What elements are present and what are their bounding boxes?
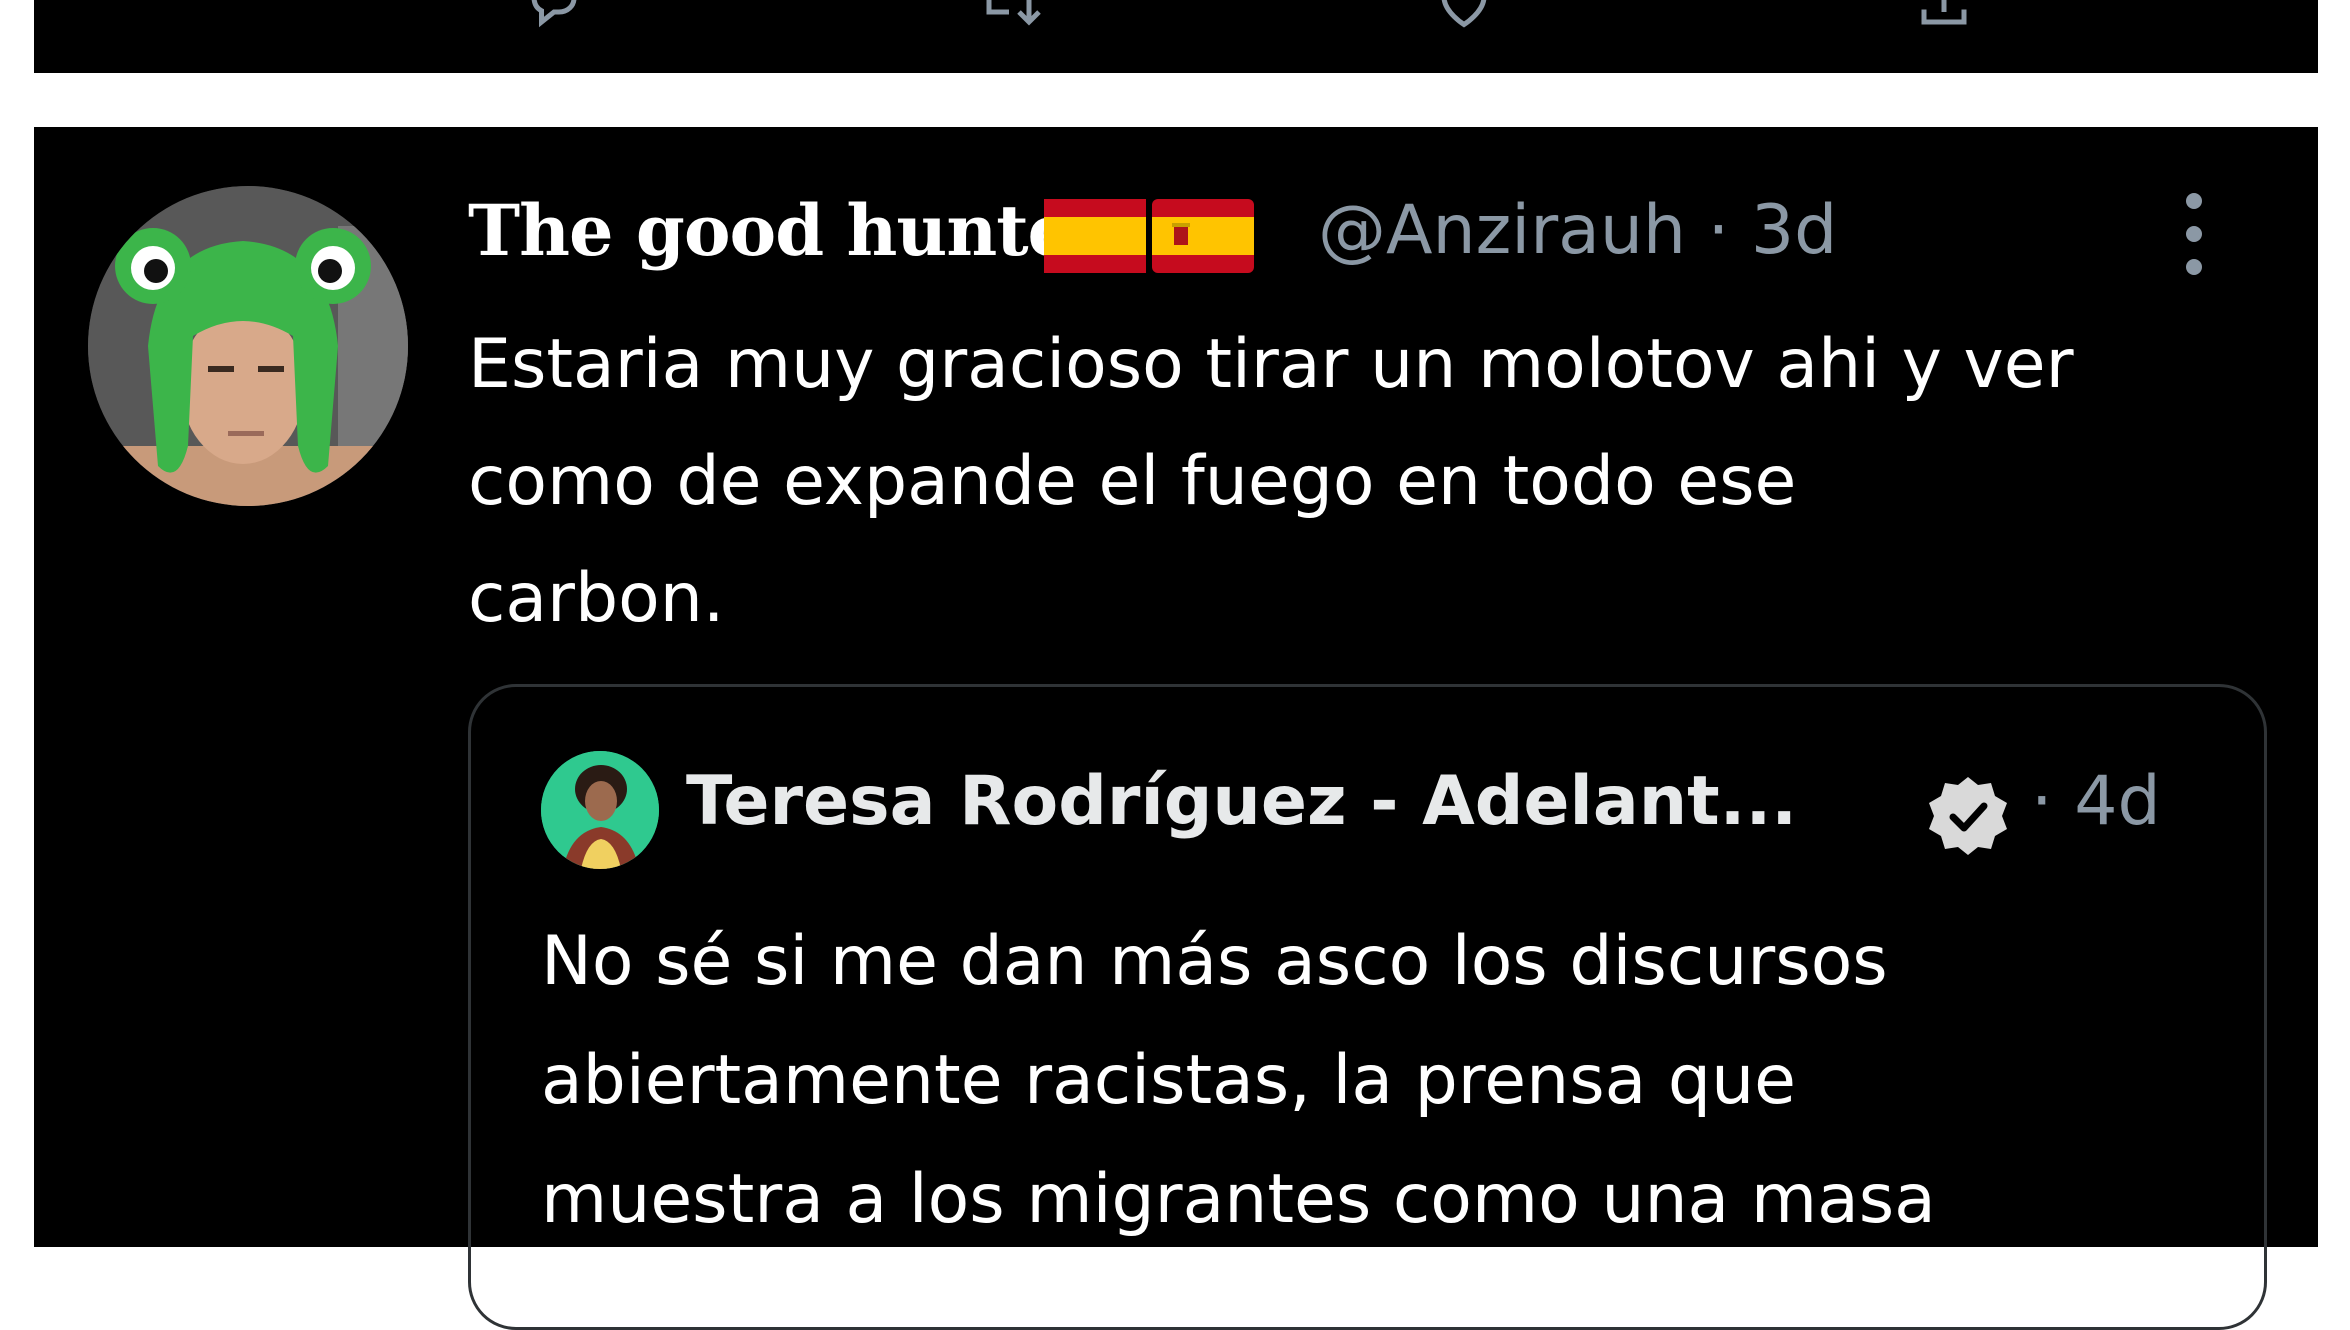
tweet-header: The good hunter @Anzirauh · 3d <box>468 181 2038 281</box>
quoted-time[interactable]: · 4d <box>2031 747 2161 857</box>
quoted-avatar[interactable] <box>541 751 659 869</box>
retweet-icon[interactable] <box>974 0 1044 32</box>
display-name[interactable]: The good hunter <box>468 181 1108 281</box>
illustrated-woman-avatar-image <box>541 751 659 869</box>
verified-badge-icon <box>1929 777 2007 855</box>
handle-text: @Anzirauh <box>1318 191 1687 270</box>
quoted-tweet[interactable]: Teresa Rodríguez - Adelant... · 4d No sé… <box>468 684 2267 1330</box>
avatar[interactable] <box>88 186 408 506</box>
quoted-display-name[interactable]: Teresa Rodríguez - Adelant... <box>686 747 1886 857</box>
timestamp[interactable]: 3d <box>1751 191 1837 270</box>
like-icon[interactable] <box>1434 0 1494 32</box>
quoted-separator: · <box>2031 762 2053 841</box>
spain-flag-icon <box>1044 199 1146 273</box>
frog-hat-avatar-image <box>88 186 408 506</box>
spain-flag-icon <box>1152 199 1254 273</box>
quoted-timestamp[interactable]: 4d <box>2074 762 2160 841</box>
previous-tweet-card <box>34 0 2318 73</box>
reply-icon[interactable] <box>524 0 584 32</box>
share-icon[interactable] <box>1914 0 1974 32</box>
quoted-tweet-text: No sé si me dan más asco los discursos a… <box>541 922 1936 1239</box>
tweet-text: Estaria muy gracioso tirar un molotov ah… <box>468 325 2074 638</box>
more-vertical-icon[interactable] <box>2174 189 2214 279</box>
handle[interactable]: @Anzirauh · 3d <box>1318 181 1837 281</box>
separator: · <box>1707 191 1730 270</box>
tweet-card[interactable]: The good hunter @Anzirauh · 3d Estaria m… <box>34 127 2318 1330</box>
